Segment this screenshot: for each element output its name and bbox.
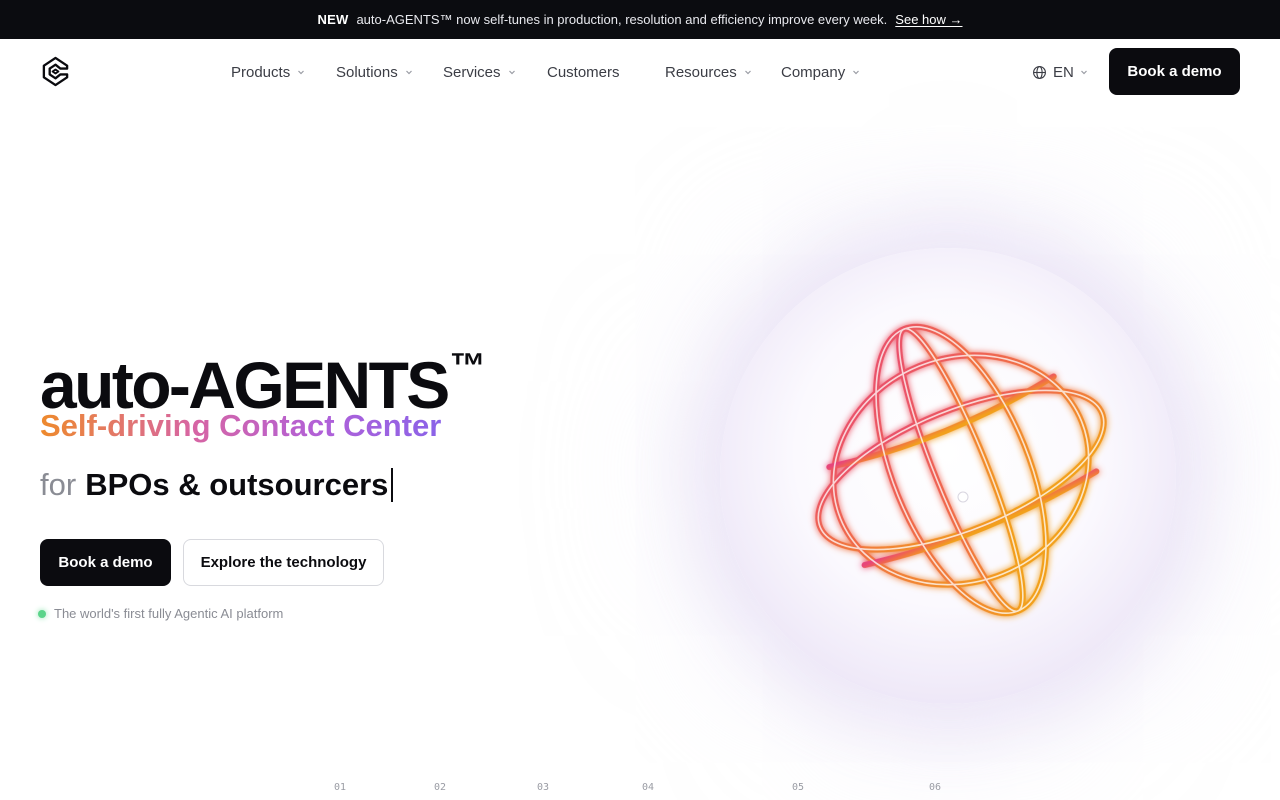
brand-logo-icon[interactable] xyxy=(40,56,71,87)
step-label[interactable]: 05 xyxy=(792,782,804,793)
book-demo-hero-button[interactable]: Book a demo xyxy=(40,539,171,586)
trademark-mark: ™ xyxy=(449,345,486,386)
language-selector[interactable]: EN xyxy=(1032,39,1088,105)
hero-audience-line: for BPOs & outsourcers xyxy=(40,463,394,507)
nav-item-label: Company xyxy=(781,63,846,81)
hero-audience: BPOs & outsourcers xyxy=(85,467,389,502)
hero-for-prefix: for xyxy=(40,467,77,502)
main-navigation: Products Solutions Services Customers Re… xyxy=(0,39,1280,105)
step-label[interactable]: 04 xyxy=(642,782,654,793)
status-dot xyxy=(38,609,46,618)
typing-caret xyxy=(391,468,394,502)
step-label[interactable]: 01 xyxy=(334,782,346,793)
nav-item-label: Resources xyxy=(665,63,737,81)
explore-technology-button[interactable]: Explore the technology xyxy=(183,539,384,586)
chevron-down-icon xyxy=(508,70,515,75)
announcement-text: auto-AGENTS™ now self-tunes in productio… xyxy=(356,12,888,27)
nav-item-resources[interactable]: Resources xyxy=(665,39,781,105)
nav-item-label: Services xyxy=(443,63,501,81)
nav-item-solutions[interactable]: Solutions xyxy=(336,39,443,105)
chevron-down-icon xyxy=(853,70,860,75)
primary-menu: Products Solutions Services Customers Re… xyxy=(231,39,860,105)
hero-tagline: The world's first fully Agentic AI platf… xyxy=(38,606,283,621)
language-label: EN xyxy=(1053,63,1074,81)
nav-item-services[interactable]: Services xyxy=(443,39,547,105)
nav-item-label: Solutions xyxy=(336,63,398,81)
globe-icon xyxy=(1033,65,1046,79)
announcement-tag: NEW xyxy=(317,12,349,27)
step-label[interactable]: 03 xyxy=(537,782,549,793)
hero-subtitle: Self-driving Contact Center xyxy=(40,404,441,448)
step-label[interactable]: 06 xyxy=(929,782,941,793)
step-indicator: 01 02 03 04 05 06 xyxy=(0,782,1280,800)
chevron-down-icon xyxy=(744,70,751,75)
nav-item-customers[interactable]: Customers xyxy=(547,39,665,105)
nav-item-company[interactable]: Company xyxy=(781,39,860,105)
step-label[interactable]: 02 xyxy=(434,782,446,793)
chevron-down-icon xyxy=(298,70,305,75)
globe-graphic-icon xyxy=(815,323,1107,617)
announcement-link[interactable]: See how → xyxy=(895,12,962,27)
nav-item-label: Products xyxy=(231,63,291,81)
chevron-down-icon xyxy=(405,70,412,75)
nav-item-label: Customers xyxy=(547,63,620,81)
chevron-down-icon xyxy=(1080,70,1087,75)
book-demo-nav-button[interactable]: Book a demo xyxy=(1109,48,1240,95)
tagline-text: The world's first fully Agentic AI platf… xyxy=(54,606,284,621)
announcement-bar: NEW auto-AGENTS™ now self-tunes in produ… xyxy=(0,0,1280,39)
nav-item-products[interactable]: Products xyxy=(231,39,336,105)
